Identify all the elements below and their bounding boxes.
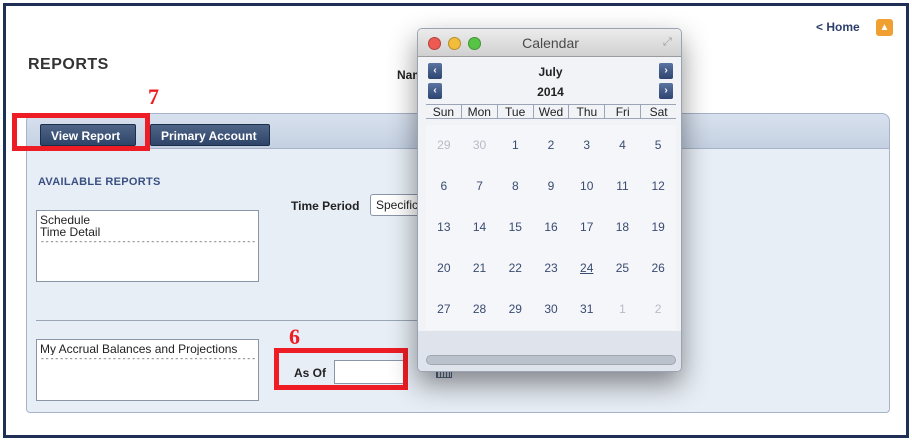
calendar-day[interactable]: 11 xyxy=(605,166,641,207)
calendar-day[interactable]: 9 xyxy=(533,166,569,207)
step-number-7: 7 xyxy=(148,84,159,109)
calendar-day[interactable]: 29 xyxy=(497,289,533,330)
weekday-label: Tue xyxy=(498,105,534,119)
time-period-label: Time Period xyxy=(291,199,360,213)
weekday-label: Thu xyxy=(569,105,606,119)
options-icon[interactable]: ▲ xyxy=(876,19,893,36)
reports-list-box[interactable]: Schedule Time Detail -------------------… xyxy=(36,210,259,282)
available-reports-label: AVAILABLE REPORTS xyxy=(38,176,161,188)
next-month-button[interactable]: › xyxy=(659,63,673,79)
highlight-box-step-6 xyxy=(274,348,408,390)
calendar-day[interactable]: 22 xyxy=(497,248,533,289)
calendar-day[interactable]: 31 xyxy=(569,289,605,330)
calendar-titlebar[interactable]: Calendar ⤢ xyxy=(418,29,681,57)
calendar-day[interactable]: 5 xyxy=(640,125,676,166)
calendar-day[interactable]: 1 xyxy=(605,289,641,330)
list-item[interactable]: Time Detail xyxy=(40,226,255,238)
weekday-label: Sun xyxy=(426,105,462,119)
list-item[interactable]: Schedule xyxy=(40,214,255,226)
calendar-day[interactable]: 6 xyxy=(426,166,462,207)
list-separator: ----------------------------------------… xyxy=(40,238,255,247)
weekday-label: Wed xyxy=(534,105,570,119)
calendar-month: July xyxy=(538,65,563,79)
calendar-day[interactable]: 24 xyxy=(569,248,605,289)
calendar-day[interactable]: 12 xyxy=(640,166,676,207)
calendar-day[interactable]: 1 xyxy=(497,125,533,166)
calendar-year: 2014 xyxy=(537,85,564,99)
calendar-day[interactable]: 19 xyxy=(640,207,676,248)
calendar-day[interactable]: 26 xyxy=(640,248,676,289)
calendar-title: Calendar xyxy=(522,35,579,51)
weekday-label: Mon xyxy=(462,105,498,119)
calendar-day[interactable]: 20 xyxy=(426,248,462,289)
fullscreen-icon[interactable]: ⤢ xyxy=(663,36,675,48)
calendar-day[interactable]: 17 xyxy=(569,207,605,248)
calendar-day[interactable]: 13 xyxy=(426,207,462,248)
weekday-header: Sun Mon Tue Wed Thu Fri Sat xyxy=(426,104,676,119)
calendar-scrollbar[interactable] xyxy=(426,355,676,365)
home-link[interactable]: < Home xyxy=(816,20,860,34)
calendar-day[interactable]: 2 xyxy=(533,125,569,166)
calendar-day[interactable]: 16 xyxy=(533,207,569,248)
next-year-button[interactable]: › xyxy=(659,83,673,99)
weekday-label: Sat xyxy=(649,105,668,119)
highlight-box-step-7 xyxy=(12,113,150,151)
calendar-day[interactable]: 18 xyxy=(605,207,641,248)
calendar-day[interactable]: 21 xyxy=(462,248,498,289)
calendar-day[interactable]: 30 xyxy=(533,289,569,330)
weekday-label: Fri xyxy=(605,105,642,119)
page-title: REPORTS xyxy=(28,56,109,73)
calendar-day[interactable]: 7 xyxy=(462,166,498,207)
calendar-day[interactable]: 14 xyxy=(462,207,498,248)
accrual-list-box[interactable]: My Accrual Balances and Projections ----… xyxy=(36,339,259,401)
calendar-day[interactable]: 4 xyxy=(605,125,641,166)
calendar-day[interactable]: 30 xyxy=(462,125,498,166)
calendar-day[interactable]: 8 xyxy=(497,166,533,207)
calendar-window: Calendar ⤢ ‹ July › ‹ 2014 › Sun Mon Tue… xyxy=(417,28,682,372)
calendar-day[interactable]: 25 xyxy=(605,248,641,289)
list-separator: ----------------------------------------… xyxy=(40,355,255,364)
step-number-6: 6 xyxy=(289,324,300,349)
calendar-day[interactable]: 15 xyxy=(497,207,533,248)
list-item[interactable]: My Accrual Balances and Projections xyxy=(40,343,255,355)
calendar-day[interactable]: 3 xyxy=(569,125,605,166)
calendar-day[interactable]: 27 xyxy=(426,289,462,330)
tab-primary-account[interactable]: Primary Account xyxy=(150,124,270,146)
calendar-day[interactable]: 23 xyxy=(533,248,569,289)
calendar-footer xyxy=(418,331,681,371)
calendar-day[interactable]: 2 xyxy=(640,289,676,330)
calendar-day[interactable]: 28 xyxy=(462,289,498,330)
calendar-day-grid: 29 30 1 2 3 4 5 6 7 8 9 10 11 12 13 14 15 16 17 18 19 20 21 22 2… xyxy=(426,125,676,330)
calendar-day[interactable]: 10 xyxy=(569,166,605,207)
calendar-day[interactable]: 29 xyxy=(426,125,462,166)
